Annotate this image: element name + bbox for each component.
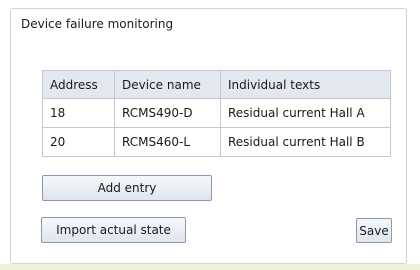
cell-address[interactable]: 18 (42, 98, 115, 128)
import-actual-state-button[interactable]: Import actual state (41, 217, 186, 243)
save-button[interactable]: Save (356, 218, 392, 243)
device-table: Address Device name Individual texts 18 … (42, 70, 391, 157)
table-row[interactable]: 20 RCMS460-L Residual current Hall B (42, 127, 391, 157)
column-header-individual-texts: Individual texts (220, 70, 391, 99)
cell-individual-text[interactable]: Residual current Hall A (220, 98, 391, 128)
table-row[interactable]: 18 RCMS490-D Residual current Hall A (42, 98, 391, 128)
add-entry-button[interactable]: Add entry (42, 175, 212, 201)
cell-individual-text[interactable]: Residual current Hall B (220, 127, 391, 157)
panel-title: Device failure monitoring (21, 17, 174, 31)
column-header-address: Address (42, 70, 115, 99)
column-header-device-name: Device name (114, 70, 221, 99)
table-header-row: Address Device name Individual texts (42, 70, 391, 99)
cell-address[interactable]: 20 (42, 127, 115, 157)
bottom-strip (0, 264, 420, 270)
cell-device-name[interactable]: RCMS460-L (114, 127, 221, 157)
cell-device-name[interactable]: RCMS490-D (114, 98, 221, 128)
